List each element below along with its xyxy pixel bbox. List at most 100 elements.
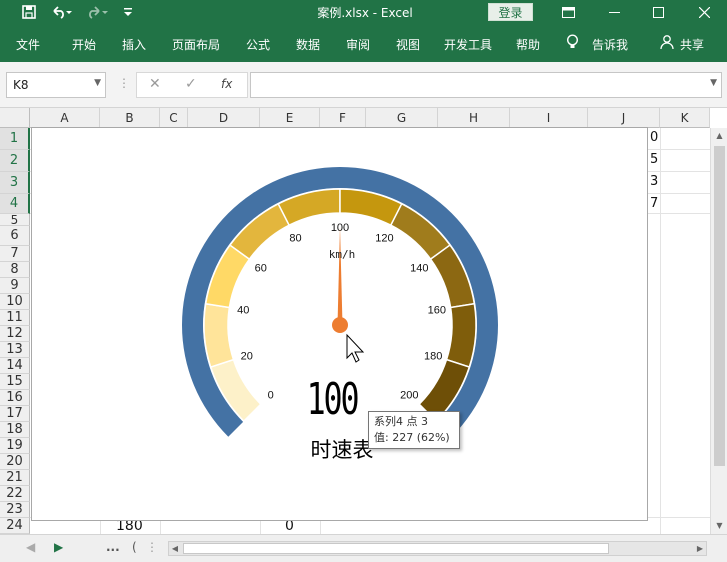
row-header-11[interactable]: 11 (0, 310, 30, 326)
mouse-cursor-icon (346, 333, 365, 363)
tooltip-value: 值: 227 (62%) (374, 431, 450, 444)
tab-help[interactable]: 帮助 (516, 36, 540, 53)
cell-j1[interactable]: 0 (650, 130, 658, 145)
horizontal-scrollbar[interactable]: ◀ ▶ (168, 541, 707, 556)
row-header-17[interactable]: 17 (0, 406, 30, 422)
column-header-d[interactable]: D (188, 108, 260, 128)
gridline (660, 128, 661, 534)
scroll-thumb[interactable] (714, 146, 725, 466)
sheet-tab-partial[interactable]: ( (132, 540, 137, 554)
tab-file[interactable]: 文件 (16, 36, 40, 53)
scroll-right-icon[interactable]: ▶ (694, 542, 706, 555)
tab-home[interactable]: 开始 (72, 36, 96, 53)
sheet-next-icon[interactable]: ▶ (54, 540, 63, 554)
window-title: 案例.xlsx - Excel (317, 6, 413, 20)
row-header-4[interactable]: 4 (0, 194, 30, 214)
scroll-down-icon[interactable]: ▼ (711, 518, 727, 534)
formula-input[interactable]: ▼ (250, 72, 722, 98)
row-header-18[interactable]: 18 (0, 422, 30, 438)
tell-me-search[interactable]: 告诉我 (592, 36, 628, 53)
gauge-tick-label: 80 (289, 233, 301, 245)
column-header-g[interactable]: G (366, 108, 438, 128)
row-header-14[interactable]: 14 (0, 358, 30, 374)
share-user-icon[interactable] (660, 34, 675, 53)
formula-buttons: ✕ ✓ fx (136, 72, 248, 98)
row-header-8[interactable]: 8 (0, 262, 30, 278)
sheet-tab-bar: ◀ ▶ ... ( ⋮ ◀ ▶ (0, 534, 727, 562)
scroll-up-icon[interactable]: ▲ (711, 128, 727, 144)
row-header-22[interactable]: 22 (0, 486, 30, 502)
column-header-e[interactable]: E (260, 108, 320, 128)
row-header-10[interactable]: 10 (0, 294, 30, 310)
row-header-12[interactable]: 12 (0, 326, 30, 342)
splitter-grip-icon[interactable]: ⋮ (146, 540, 158, 554)
gauge-segment[interactable] (203, 302, 235, 368)
cell-j3[interactable]: 3 (650, 174, 658, 189)
hscroll-thumb[interactable] (183, 543, 609, 554)
tab-data[interactable]: 数据 (296, 36, 320, 53)
worksheet-grid[interactable]: A B C D E F G H I J K 1 2 3 4 5 6 7 8 9 … (0, 108, 727, 534)
column-header-c[interactable]: C (160, 108, 188, 128)
row-header-20[interactable]: 20 (0, 454, 30, 470)
row-header-24[interactable]: 24 (0, 518, 30, 534)
column-header-j[interactable]: J (588, 108, 660, 128)
select-all-corner[interactable] (0, 108, 30, 128)
minimize-icon[interactable] (594, 1, 634, 23)
tab-formulas[interactable]: 公式 (246, 36, 270, 53)
gauge-segment[interactable] (445, 302, 477, 368)
cell-j4[interactable]: 7 (650, 196, 658, 211)
lightbulb-icon[interactable] (566, 34, 579, 53)
name-box[interactable]: K8 ▼ (6, 72, 106, 98)
undo-icon[interactable] (48, 3, 76, 21)
insert-function-button[interactable]: fx (221, 77, 232, 91)
redo-icon[interactable] (84, 3, 112, 21)
expand-formula-icon[interactable]: ▼ (710, 78, 717, 88)
ribbon-display-icon[interactable] (548, 1, 588, 23)
login-button[interactable]: 登录 (488, 3, 533, 21)
row-header-2[interactable]: 2 (0, 150, 30, 172)
column-header-h[interactable]: H (438, 108, 510, 128)
column-header-a[interactable]: A (30, 108, 100, 128)
customize-toolbar-icon[interactable] (120, 3, 136, 21)
share-button[interactable]: 共享 (680, 36, 704, 53)
tab-page-layout[interactable]: 页面布局 (172, 36, 220, 53)
tab-view[interactable]: 视图 (396, 36, 420, 53)
sheet-more-button[interactable]: ... (106, 540, 120, 554)
row-header-9[interactable]: 9 (0, 278, 30, 294)
row-header-15[interactable]: 15 (0, 374, 30, 390)
row-header-6[interactable]: 6 (0, 226, 30, 246)
column-header-b[interactable]: B (100, 108, 160, 128)
tab-review[interactable]: 审阅 (346, 36, 370, 53)
close-icon[interactable] (684, 1, 724, 23)
column-header-f[interactable]: F (320, 108, 366, 128)
column-header-i[interactable]: I (510, 108, 588, 128)
gauge-tick-label: 60 (255, 262, 267, 274)
tab-developer[interactable]: 开发工具 (444, 36, 492, 53)
gauge-needle (337, 227, 343, 325)
cancel-icon[interactable]: ✕ (149, 76, 161, 92)
vertical-scrollbar[interactable]: ▲ ▼ (710, 128, 727, 534)
row-header-3[interactable]: 3 (0, 172, 30, 194)
tab-insert[interactable]: 插入 (122, 36, 146, 53)
speedometer-chart[interactable]: 020406080100120140160180200 km/h 100 时速表… (31, 127, 648, 521)
sheet-prev-icon[interactable]: ◀ (26, 540, 35, 554)
row-header-19[interactable]: 19 (0, 438, 30, 454)
row-header-16[interactable]: 16 (0, 390, 30, 406)
column-header-k[interactable]: K (660, 108, 710, 128)
row-header-21[interactable]: 21 (0, 470, 30, 486)
chevron-down-icon[interactable]: ▼ (94, 78, 101, 88)
scroll-left-icon[interactable]: ◀ (169, 542, 181, 555)
row-header-5[interactable]: 5 (0, 214, 30, 226)
save-icon[interactable] (18, 3, 40, 21)
row-header-1[interactable]: 1 (0, 128, 30, 150)
ribbon-tabs: 文件 开始 插入 页面布局 公式 数据 审阅 视图 开发工具 帮助 告诉我 共享 (0, 24, 727, 62)
maximize-icon[interactable] (638, 1, 678, 23)
row-header-23[interactable]: 23 (0, 502, 30, 518)
cell-j2[interactable]: 5 (650, 152, 658, 167)
row-header-13[interactable]: 13 (0, 342, 30, 358)
gauge-tick-label: 40 (237, 305, 249, 317)
row-header-7[interactable]: 7 (0, 246, 30, 262)
enter-icon[interactable]: ✓ (185, 76, 197, 92)
gauge-tick-label: 160 (428, 305, 446, 317)
gauge-tick-label: 180 (424, 350, 442, 362)
